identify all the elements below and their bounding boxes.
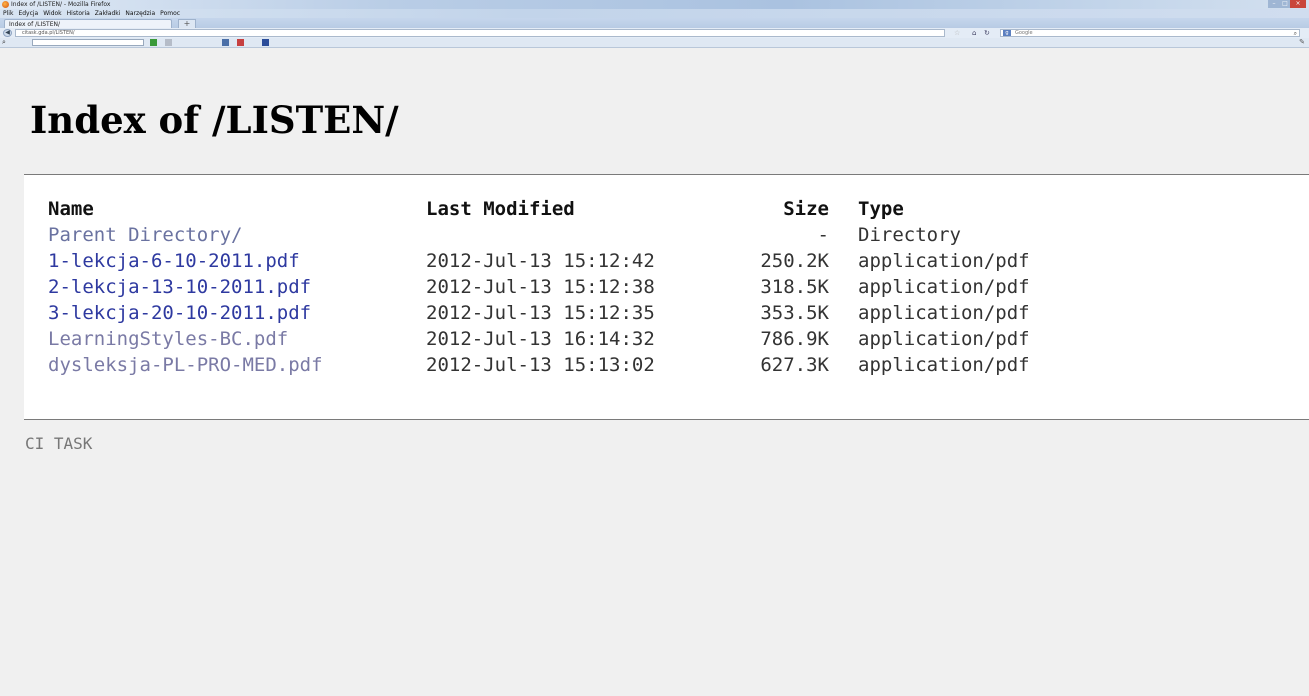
row-modified: 2012-Jul-13 15:13:02	[426, 354, 655, 376]
header-name[interactable]: Name	[48, 196, 94, 222]
toolbar-search-icon[interactable]: ⌕	[2, 38, 6, 47]
row-size: 353.5K	[760, 302, 829, 324]
menu-item-edycja[interactable]: Edycja	[18, 9, 38, 18]
firefox-icon	[2, 1, 9, 8]
reload-icon[interactable]: ↻	[984, 28, 990, 38]
menu-item-pomoc[interactable]: Pomoc	[160, 9, 180, 18]
toolbar-edit-icon[interactable]: ✎	[1299, 38, 1305, 47]
toolbar-blue-icon[interactable]	[262, 39, 269, 46]
menu-item-widok[interactable]: Widok	[43, 9, 61, 18]
toolbar-search-input[interactable]	[32, 39, 144, 46]
search-engine-icon: g	[1003, 30, 1011, 36]
menu-bar: Plik Edycja Widok Historia Zakładki Narz…	[0, 9, 1309, 18]
file-link[interactable]: 1-lekcja-6-10-2011.pdf	[48, 248, 300, 274]
page-title: Index of /LISTEN/	[30, 98, 399, 142]
window-controls: – □ ×	[1268, 0, 1306, 8]
star-icon[interactable]: ☆	[954, 28, 960, 38]
toolbar-green-icon[interactable]	[150, 39, 157, 46]
search-engine-label: Google	[1015, 30, 1033, 36]
window-titlebar: Index of /LISTEN/ - Mozilla Firefox – □ …	[0, 0, 1309, 9]
window-title: Index of /LISTEN/ - Mozilla Firefox	[11, 1, 111, 8]
menu-item-historia[interactable]: Historia	[67, 9, 90, 18]
home-icon[interactable]: ⌂	[972, 28, 976, 38]
file-link[interactable]: 2-lekcja-13-10-2011.pdf	[48, 274, 311, 300]
close-button[interactable]: ×	[1290, 0, 1306, 8]
search-box[interactable]: g Google ⌕	[1000, 29, 1300, 37]
footer-text: CI TASK	[25, 434, 93, 453]
file-link[interactable]: LearningStyles-BC.pdf	[48, 326, 288, 352]
row-size: 786.9K	[760, 328, 829, 350]
header-last-modified[interactable]: Last Modified	[426, 196, 575, 222]
row-size: 250.2K	[760, 250, 829, 272]
header-type[interactable]: Type	[858, 196, 904, 222]
row-modified: 2012-Jul-13 15:12:42	[426, 250, 655, 272]
menu-item-zakladki[interactable]: Zakładki	[95, 9, 121, 18]
toolbar-chart-icon[interactable]	[222, 39, 229, 46]
file-link[interactable]: dysleksja-PL-PRO-MED.pdf	[48, 352, 323, 378]
magnifier-icon[interactable]: ⌕	[1294, 30, 1297, 37]
addon-toolbar: ⌕ ✎	[0, 38, 1309, 48]
file-link[interactable]: 3-lekcja-20-10-2011.pdf	[48, 300, 311, 326]
row-modified: 2012-Jul-13 16:14:32	[426, 328, 655, 350]
row-type: Directory	[858, 224, 961, 246]
row-type: application/pdf	[858, 276, 1030, 298]
divider-bottom	[24, 419, 1309, 420]
row-modified: 2012-Jul-13 15:12:38	[426, 276, 655, 298]
row-type: application/pdf	[858, 354, 1030, 376]
row-type: application/pdf	[858, 250, 1030, 272]
row-size: 627.3K	[760, 354, 829, 376]
row-size: -	[817, 224, 829, 246]
row-type: application/pdf	[858, 328, 1030, 350]
tab-index-listen[interactable]: Index of /LISTEN/	[4, 19, 172, 28]
row-size: 318.5K	[760, 276, 829, 298]
minimize-button[interactable]: –	[1268, 0, 1280, 8]
maximize-button[interactable]: □	[1280, 0, 1290, 8]
menu-item-plik[interactable]: Plik	[3, 9, 13, 18]
toolbar-gray-icon[interactable]	[165, 39, 172, 46]
row-modified: 2012-Jul-13 15:12:35	[426, 302, 655, 324]
menu-item-narzedzia[interactable]: Narzędzia	[125, 9, 155, 18]
tab-strip: Index of /LISTEN/ +	[0, 18, 1309, 29]
back-arrow-icon[interactable]: ◀	[3, 29, 12, 37]
row-type: application/pdf	[858, 302, 1030, 324]
header-size[interactable]: Size	[742, 196, 829, 222]
toolbar-flag-icon[interactable]	[237, 39, 244, 46]
parent-directory-link[interactable]: Parent Directory/	[48, 222, 242, 248]
address-bar[interactable]: citask.gda.pl/LISTEN/	[15, 29, 945, 37]
